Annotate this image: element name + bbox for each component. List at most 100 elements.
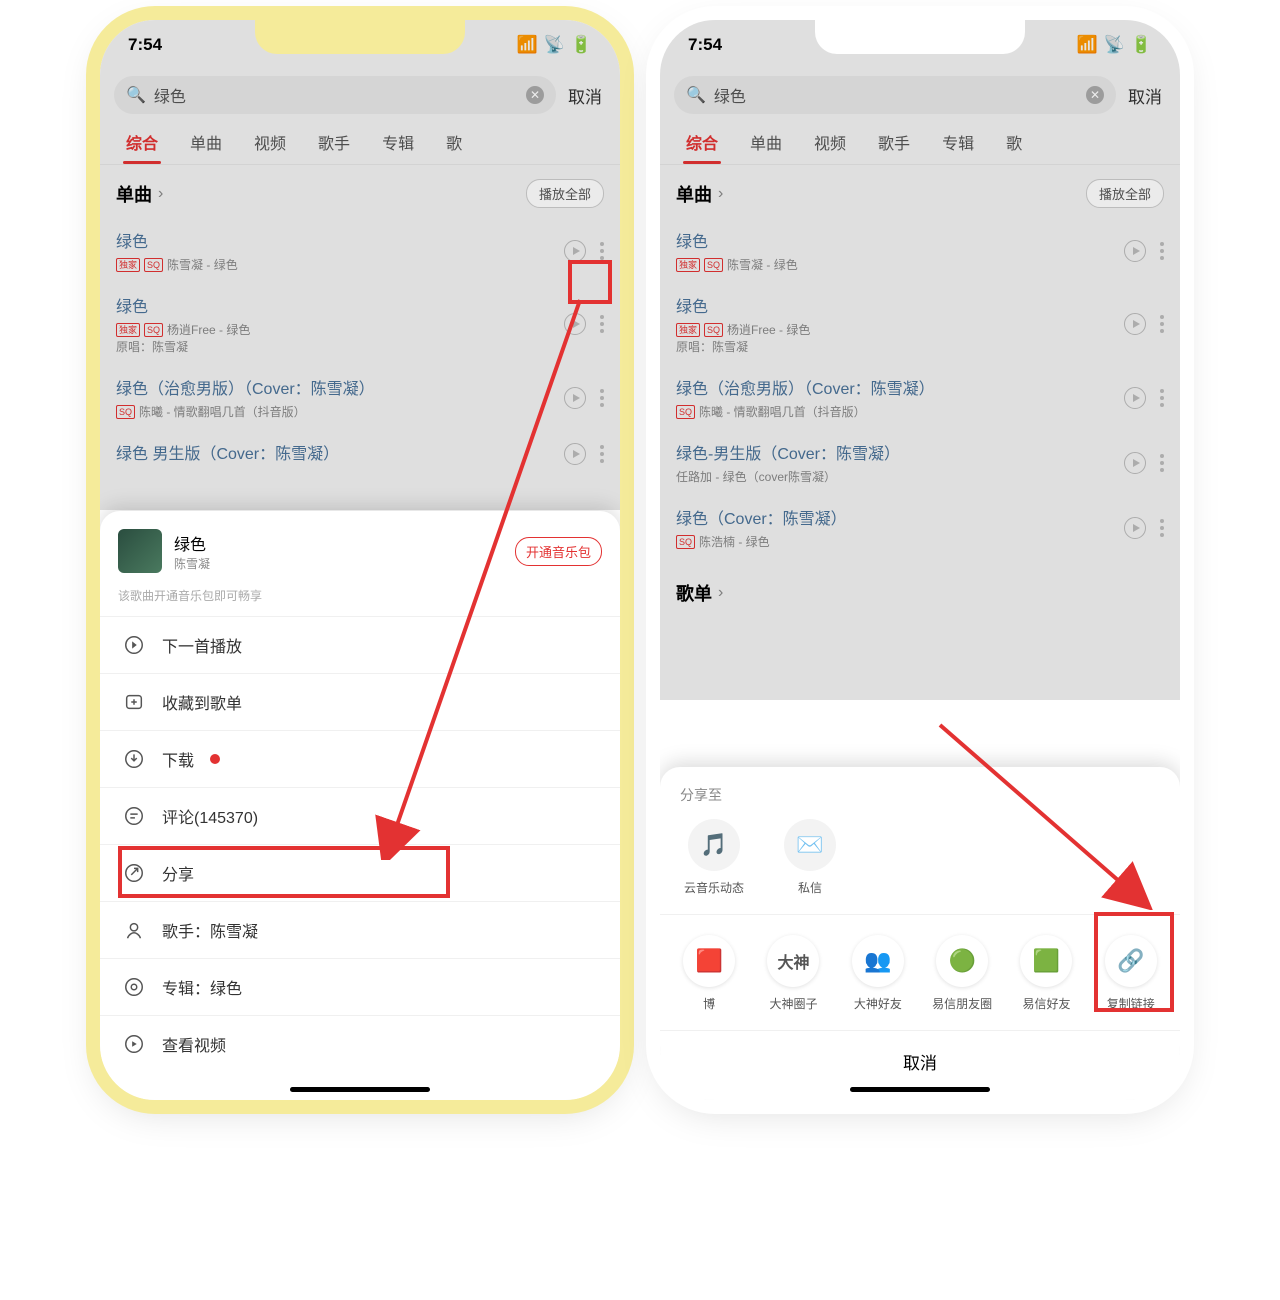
search-query: 绿色 <box>154 83 186 107</box>
play-icon[interactable] <box>564 387 586 409</box>
tab-overview[interactable]: 综合 <box>670 120 734 164</box>
play-icon[interactable] <box>1124 517 1146 539</box>
song-row[interactable]: 绿色 独家SQ 陈雪凝 - 绿色 <box>660 218 1180 283</box>
section-head-songs[interactable]: 单曲 › 播放全部 <box>660 165 1180 218</box>
album-cover[interactable] <box>118 529 162 573</box>
song-extra: 原唱：陈雪凝 <box>116 338 564 355</box>
play-all-button[interactable]: 播放全部 <box>1086 179 1164 208</box>
share-option[interactable]: 🟩 易信好友 <box>1009 935 1083 1012</box>
menu-label: 分享 <box>162 861 194 885</box>
share-option[interactable]: 🎵 云音乐动态 <box>680 819 748 896</box>
tab-artist[interactable]: 歌手 <box>302 120 366 164</box>
more-icon[interactable] <box>600 242 604 260</box>
badge: 独家 <box>676 258 700 272</box>
more-icon[interactable] <box>1160 389 1164 407</box>
song-subtitle: 独家SQ 陈雪凝 - 绿色 <box>676 256 1124 273</box>
song-row[interactable]: 绿色（治愈男版）（Cover：陈雪凝） SQ 陈曦 - 情歌翻唱几首（抖音版） <box>100 365 620 430</box>
play-icon[interactable] <box>564 443 586 465</box>
menu-download[interactable]: 下载 <box>100 730 620 787</box>
share-option-copy-link[interactable]: 🔗 复制链接 <box>1094 935 1168 1012</box>
tab-song[interactable]: 单曲 <box>734 120 798 164</box>
home-indicator[interactable] <box>850 1087 990 1092</box>
notch <box>815 20 1025 54</box>
more-icon[interactable] <box>600 315 604 333</box>
menu-comment[interactable]: 评论(145370) <box>100 787 620 844</box>
more-icon[interactable] <box>600 389 604 407</box>
tab-more[interactable]: 歌 <box>990 120 1038 164</box>
share-label: 大神好友 <box>854 995 902 1012</box>
more-icon[interactable] <box>1160 315 1164 333</box>
more-icon[interactable] <box>1160 519 1164 537</box>
song-subtitle: SQ 陈曦 - 情歌翻唱几首（抖音版） <box>116 403 564 420</box>
download-icon <box>122 747 146 771</box>
song-row[interactable]: 绿色 男生版（Cover：陈雪凝） <box>100 430 620 478</box>
play-icon[interactable] <box>1124 452 1146 474</box>
menu-artist[interactable]: 歌手：陈雪凝 <box>100 901 620 958</box>
song-title: 绿色 <box>116 228 564 252</box>
share-label: 博 <box>703 995 715 1012</box>
song-row[interactable]: 绿色（治愈男版）（Cover：陈雪凝） SQ 陈曦 - 情歌翻唱几首（抖音版） <box>660 365 1180 430</box>
vip-pill[interactable]: 开通音乐包 <box>515 537 602 566</box>
section-head-playlist[interactable]: 歌单 › <box>660 560 1180 616</box>
search-input[interactable]: 🔍 绿色 ✕ <box>674 76 1116 114</box>
song-row[interactable]: 绿色 独家SQ 陈雪凝 - 绿色 <box>100 218 620 283</box>
notification-dot <box>210 754 220 764</box>
share-option[interactable]: 🟥 博 <box>672 935 746 1012</box>
tab-video[interactable]: 视频 <box>238 120 302 164</box>
screen-right: 7:54 📶 📡 🔋 🔍 绿色 ✕ 取消 综合 单曲 视频 歌手 <box>660 20 1180 1100</box>
song-row[interactable]: 绿色 独家SQ 杨逍Free - 绿色 原唱：陈雪凝 <box>100 283 620 365</box>
more-icon[interactable] <box>600 445 604 463</box>
share-label: 私信 <box>798 879 822 896</box>
search-input[interactable]: 🔍 绿色 ✕ <box>114 76 556 114</box>
tab-overview[interactable]: 综合 <box>110 120 174 164</box>
tab-artist[interactable]: 歌手 <box>862 120 926 164</box>
more-icon[interactable] <box>1160 454 1164 472</box>
tab-album[interactable]: 专辑 <box>366 120 430 164</box>
song-title: 绿色-男生版（Cover：陈雪凝） <box>676 440 1124 464</box>
tab-album[interactable]: 专辑 <box>926 120 990 164</box>
share-label: 易信好友 <box>1022 995 1070 1012</box>
sheet-hint: 该歌曲开通音乐包即可畅享 <box>100 583 620 616</box>
song-row[interactable]: 绿色 独家SQ 杨逍Free - 绿色 原唱：陈雪凝 <box>660 283 1180 365</box>
share-option[interactable]: ✉️ 私信 <box>776 819 844 896</box>
clear-icon[interactable]: ✕ <box>1086 86 1104 104</box>
play-icon[interactable] <box>1124 240 1146 262</box>
search-cancel[interactable]: 取消 <box>1124 83 1166 108</box>
share-icon: 大神 <box>767 935 819 987</box>
menu-play-next[interactable]: 下一首播放 <box>100 616 620 673</box>
song-subtitle: 独家SQ 杨逍Free - 绿色 <box>116 321 564 338</box>
play-icon[interactable] <box>564 313 586 335</box>
badge: SQ <box>704 258 723 272</box>
clear-icon[interactable]: ✕ <box>526 86 544 104</box>
menu-share[interactable]: 分享 <box>100 844 620 901</box>
play-icon[interactable] <box>1124 313 1146 335</box>
play-icon[interactable] <box>564 240 586 262</box>
share-option[interactable]: 大神 大神圈子 <box>756 935 830 1012</box>
share-label: 复制链接 <box>1107 995 1155 1012</box>
song-row[interactable]: 绿色（Cover：陈雪凝） SQ 陈浩楠 - 绿色 <box>660 495 1180 560</box>
tab-more[interactable]: 歌 <box>430 120 478 164</box>
menu-add-playlist[interactable]: 收藏到歌单 <box>100 673 620 730</box>
phone-left: 7:54 📶 📡 🔋 🔍 绿色 ✕ 取消 综合 单曲 视频 歌手 <box>100 20 620 1100</box>
menu-label: 收藏到歌单 <box>162 690 242 714</box>
song-title: 绿色 男生版（Cover：陈雪凝） <box>116 440 564 464</box>
share-title: 分享至 <box>660 785 1180 819</box>
more-icon[interactable] <box>1160 242 1164 260</box>
menu-album[interactable]: 专辑：绿色 <box>100 958 620 1015</box>
song-row[interactable]: 绿色-男生版（Cover：陈雪凝） 任路加 - 绿色（cover陈雪凝） <box>660 430 1180 495</box>
play-icon[interactable] <box>1124 387 1146 409</box>
share-option[interactable]: 🟢 易信朋友圈 <box>925 935 999 1012</box>
home-indicator[interactable] <box>290 1087 430 1092</box>
share-icon: 🟥 <box>683 935 735 987</box>
search-cancel[interactable]: 取消 <box>564 83 606 108</box>
section-head-songs[interactable]: 单曲 › 播放全部 <box>100 165 620 218</box>
tab-song[interactable]: 单曲 <box>174 120 238 164</box>
share-icon: 🟢 <box>936 935 988 987</box>
menu-video[interactable]: 查看视频 <box>100 1015 620 1072</box>
play-all-button[interactable]: 播放全部 <box>526 179 604 208</box>
share-option[interactable]: 👥 大神好友 <box>841 935 915 1012</box>
video-icon <box>122 1032 146 1056</box>
chevron-right-icon: › <box>718 185 723 203</box>
menu-label: 专辑：绿色 <box>162 975 242 999</box>
tab-video[interactable]: 视频 <box>798 120 862 164</box>
